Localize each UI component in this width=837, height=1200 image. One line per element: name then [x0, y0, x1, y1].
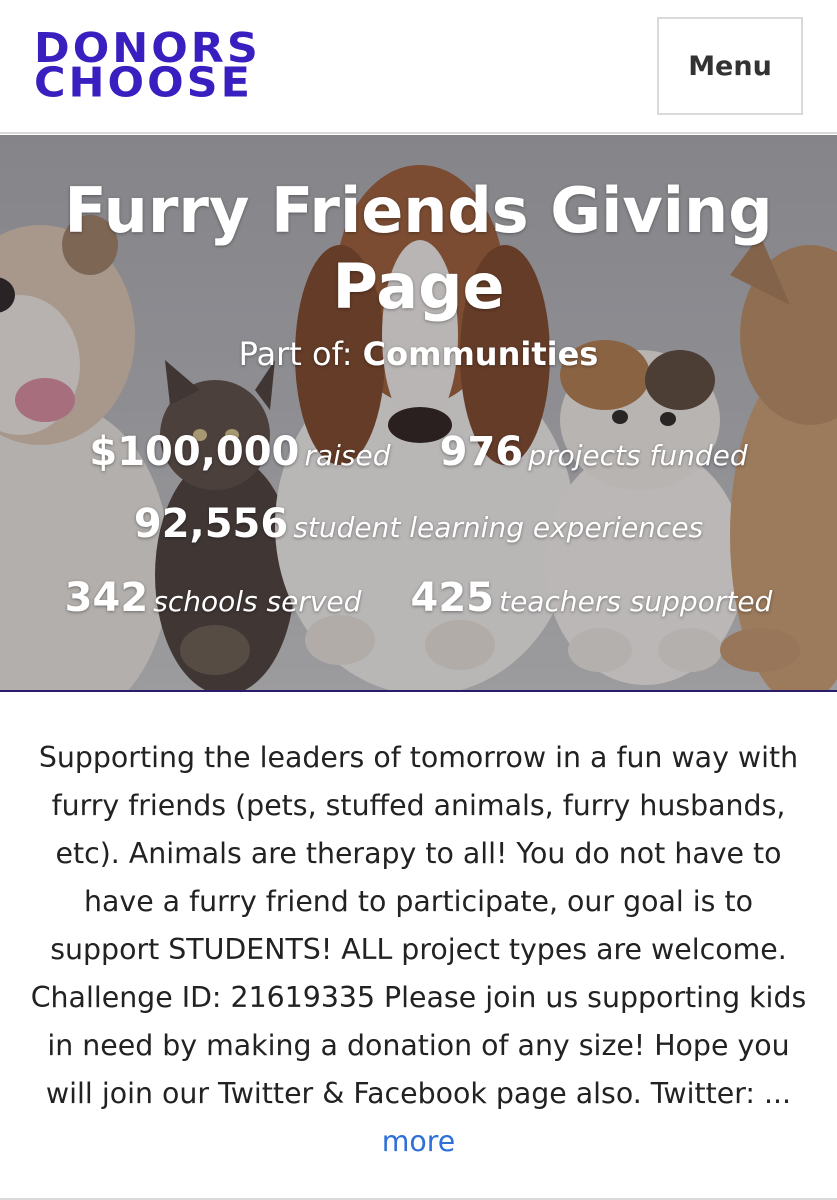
stat-teachers-label: teachers supported	[499, 585, 773, 618]
description-section: Supporting the leaders of tomorrow in a …	[0, 694, 837, 1200]
stat-teachers: 425 teachers supported	[411, 575, 773, 621]
stats-row-2: 92,556 student learning experiences	[0, 501, 837, 547]
menu-button[interactable]: Menu	[657, 17, 803, 115]
stat-projects-value: 976	[439, 429, 524, 475]
more-link[interactable]: more	[382, 1125, 456, 1158]
logo-line-2: CHOOSE	[34, 59, 253, 107]
stat-raised-label: raised	[304, 439, 391, 472]
stat-experiences-label: student learning experiences	[293, 511, 704, 544]
stat-experiences-value: 92,556	[133, 501, 289, 547]
donorschoose-logo[interactable]: DONORS CHOOSE	[34, 28, 261, 107]
stat-schools-value: 342	[64, 575, 149, 621]
description-text: Supporting the leaders of tomorrow in a …	[30, 734, 807, 1166]
stat-teachers-value: 425	[410, 575, 495, 621]
description-body: Supporting the leaders of tomorrow in a …	[30, 741, 807, 1110]
stat-raised-value: $100,000	[89, 429, 300, 475]
page-title: Furry Friends Giving Page	[64, 174, 773, 323]
stats-row-3: 342 schools served 425 teachers supporte…	[0, 575, 837, 621]
site-header: DONORS CHOOSE Menu	[0, 0, 837, 134]
part-of-line: Part of: Communities	[0, 335, 837, 373]
stat-schools-label: schools served	[153, 585, 362, 618]
stats-row-1: $100,000 raised 976 projects funded	[0, 429, 837, 475]
hero-banner: Furry Friends Giving Page Part of: Commu…	[0, 135, 837, 692]
stat-projects-label: projects funded	[528, 439, 748, 472]
stat-experiences: 92,556 student learning experiences	[134, 501, 703, 547]
stat-raised: $100,000 raised	[89, 429, 390, 475]
part-of-community-link[interactable]: Communities	[363, 335, 599, 373]
stat-schools: 342 schools served	[65, 575, 362, 621]
part-of-prefix: Part of:	[238, 335, 353, 373]
stat-projects: 976 projects funded	[440, 429, 748, 475]
